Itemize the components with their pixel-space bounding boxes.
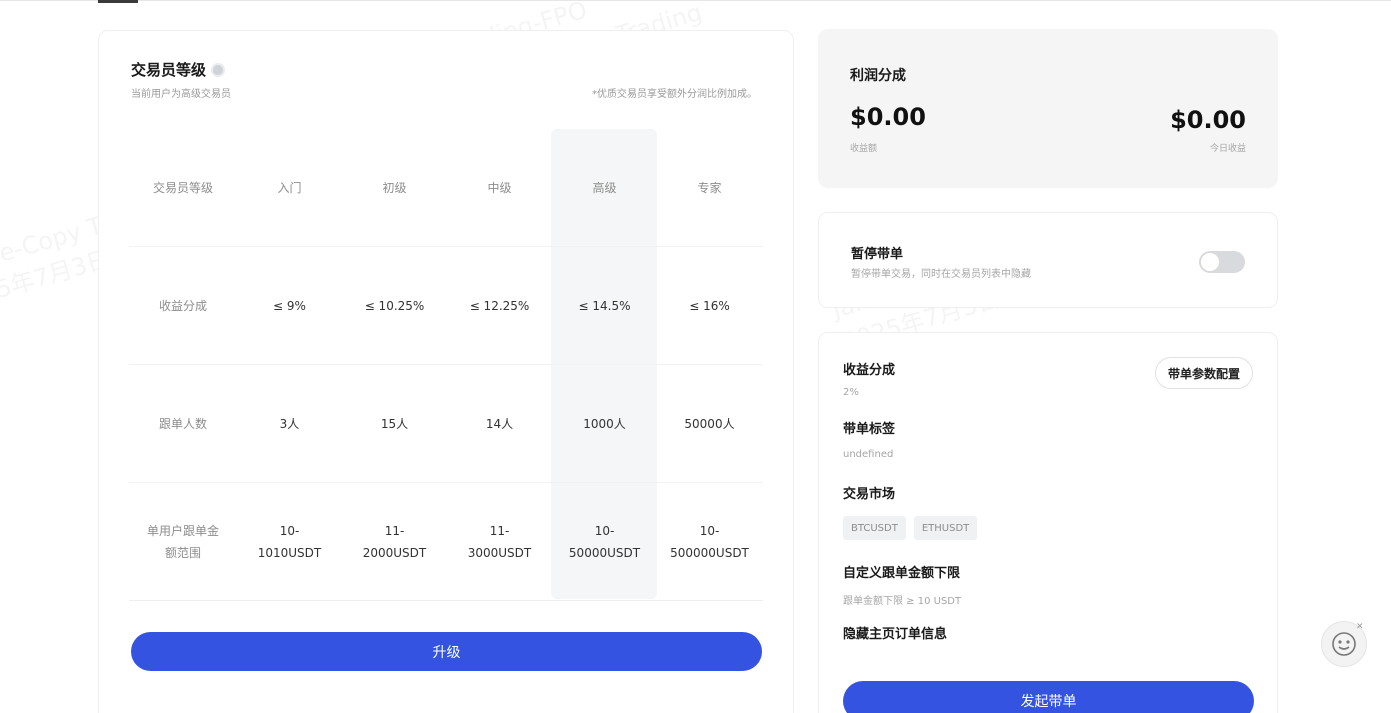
tag-label: 带单标签 bbox=[843, 422, 896, 437]
level-table: 交易员等级 入门 初级 中级 高级 专家 收益分成 ≤ 9% ≤ 10.25% … bbox=[129, 129, 763, 601]
min-amount-value: 跟单金额下限 ≥ 10 USDT bbox=[843, 596, 962, 607]
trader-level-card: 交易员等级 当前用户为高级交易员 *优质交易员享受额外分润比例加成。 交易员等级… bbox=[98, 30, 794, 713]
profit-share-card: 利润分成 $0.00 收益额 $0.00 今日收益 bbox=[818, 29, 1278, 188]
table-cell: 10- 500000USDT bbox=[670, 523, 749, 560]
smiley-icon bbox=[1332, 632, 1356, 656]
min-amount-label: 自定义跟单金额下限 bbox=[843, 566, 961, 581]
table-header-cell: 中级 bbox=[487, 180, 512, 195]
start-copy-button[interactable]: 发起带单 bbox=[843, 681, 1254, 713]
table-header-cell: 专家 bbox=[697, 180, 722, 195]
table-header-cell: 高级 bbox=[592, 180, 617, 195]
table-cell: 3人 bbox=[279, 416, 300, 431]
pause-description: 暂停带单交易，同时在交易员列表中隐藏 bbox=[851, 269, 1031, 280]
trader-level-title-text: 交易员等级 bbox=[131, 61, 207, 79]
pause-toggle[interactable] bbox=[1199, 251, 1245, 273]
total-profit-value: $0.00 bbox=[850, 103, 926, 131]
active-tab-indicator bbox=[98, 0, 138, 3]
table-cell: 50000人 bbox=[684, 416, 735, 431]
total-profit-label: 收益额 bbox=[850, 144, 878, 154]
table-cell: 11- 3000USDT bbox=[467, 523, 532, 560]
info-icon[interactable] bbox=[211, 62, 226, 77]
table-cell: ≤ 14.5% bbox=[578, 298, 631, 313]
tag-value: undefined bbox=[843, 449, 894, 460]
market-tag: BTCUSDT bbox=[843, 516, 906, 540]
pause-title: 暂停带单 bbox=[851, 247, 904, 262]
market-label: 交易市场 bbox=[843, 487, 896, 502]
table-cell: 10- 50000USDT bbox=[568, 523, 641, 560]
bonus-note: *优质交易员享受额外分润比例加成。 bbox=[592, 89, 757, 100]
today-profit-value: $0.00 bbox=[1170, 106, 1246, 134]
table-cell: ≤ 9% bbox=[273, 298, 306, 313]
table-row: 单用户跟单金 额范围 10- 1010USDT 11- 2000USDT 11- 300… bbox=[129, 483, 763, 601]
hide-orders-label: 隐藏主页订单信息 bbox=[843, 627, 948, 642]
table-cell: 14人 bbox=[485, 416, 514, 431]
pause-copy-card: 暂停带单 暂停带单交易，同时在交易员列表中隐藏 bbox=[818, 212, 1278, 308]
table-cell: 10- 1010USDT bbox=[257, 523, 322, 560]
toggle-knob bbox=[1201, 253, 1219, 271]
row-label: 跟单人数 bbox=[158, 416, 207, 431]
table-cell: ≤ 12.25% bbox=[469, 298, 530, 313]
table-row: 跟单人数 3人 15人 14人 1000人 50000人 bbox=[129, 365, 763, 483]
table-row: 收益分成 ≤ 9% ≤ 10.25% ≤ 12.25% ≤ 14.5% ≤ 16… bbox=[129, 247, 763, 365]
copy-settings-card: 收益分成 2% 带单参数配置 带单标签 undefined 交易市场 BTCUS… bbox=[818, 332, 1278, 713]
upgrade-button[interactable]: 升级 bbox=[131, 632, 762, 671]
close-icon[interactable]: ✕ bbox=[1356, 622, 1364, 632]
profit-share-title: 利润分成 bbox=[850, 68, 906, 84]
market-tag: ETHUSDT bbox=[913, 516, 978, 540]
row-label: 收益分成 bbox=[158, 298, 207, 313]
table-header-cell: 入门 bbox=[277, 180, 302, 195]
profit-share-setting-value: 2% bbox=[843, 387, 859, 398]
table-cell: 15人 bbox=[380, 416, 409, 431]
profit-share-setting-label: 收益分成 bbox=[843, 363, 896, 378]
config-params-button[interactable]: 带单参数配置 bbox=[1154, 357, 1253, 389]
market-tags: BTCUSDT ETHUSDT bbox=[843, 516, 978, 540]
row-label: 单用户跟单金 额范围 bbox=[146, 523, 219, 560]
table-header-cell: 交易员等级 bbox=[152, 180, 213, 195]
trader-level-title: 交易员等级 bbox=[131, 59, 226, 80]
table-cell: ≤ 10.25% bbox=[364, 298, 425, 313]
today-profit-label: 今日收益 bbox=[1209, 144, 1246, 154]
table-cell: ≤ 16% bbox=[689, 298, 730, 313]
top-divider bbox=[0, 0, 1391, 1]
current-level-text: 当前用户为高级交易员 bbox=[131, 89, 231, 100]
table-cell: 1000人 bbox=[583, 416, 626, 431]
table-header-row: 交易员等级 入门 初级 中级 高级 专家 bbox=[129, 129, 763, 247]
table-header-cell: 初级 bbox=[382, 180, 407, 195]
table-cell: 11- 2000USDT bbox=[362, 523, 427, 560]
